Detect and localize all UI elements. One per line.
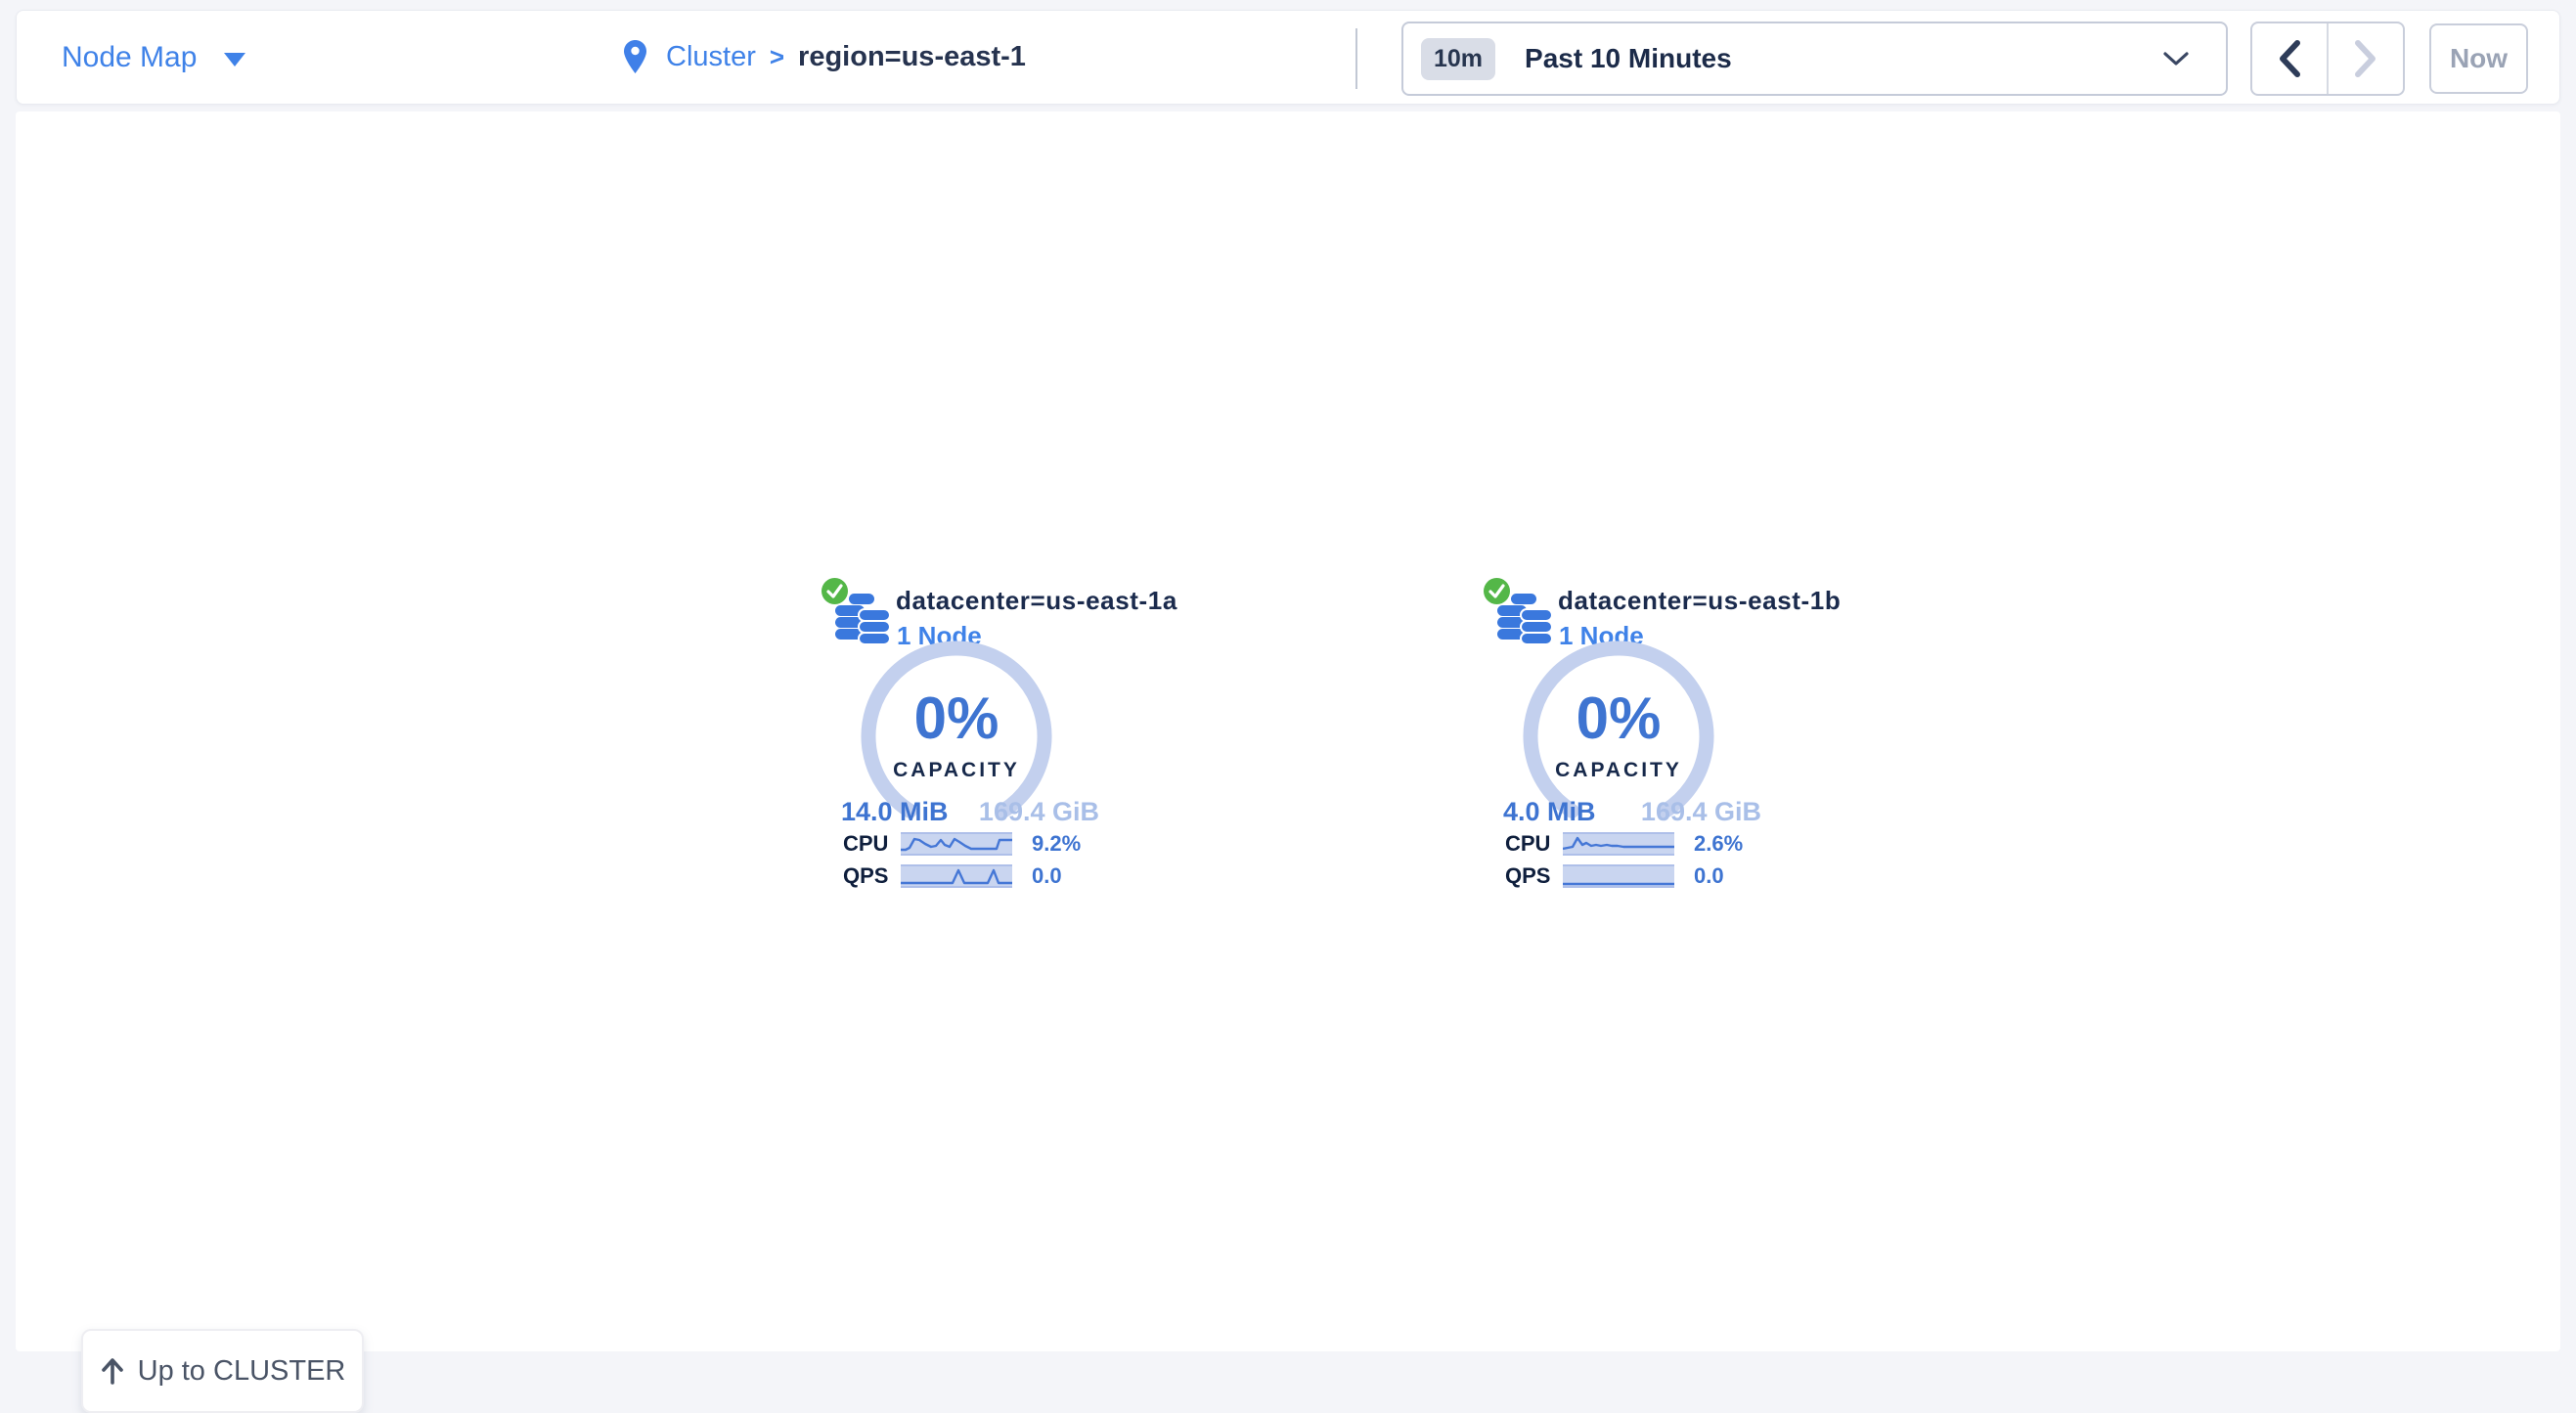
capacity-total: 169.4 GiB — [1641, 797, 1761, 827]
time-nav-arrows — [2250, 22, 2405, 96]
datacenter-card-us-east-1b[interactable]: datacenter=us-east-1b 1 Node 0% CAPACITY… — [1484, 578, 1779, 903]
datacenter-name: datacenter=us-east-1a — [896, 586, 1177, 616]
cpu-label: CPU — [1505, 831, 1550, 857]
qps-metric-row: QPS 0.0 — [843, 863, 1062, 889]
breadcrumb-separator: > — [770, 42, 784, 72]
view-selector-dropdown[interactable]: Node Map — [62, 11, 245, 104]
cpu-label: CPU — [843, 831, 888, 857]
capacity-percent: 0% — [860, 684, 1053, 752]
node-map-canvas: datacenter=us-east-1a 1 Node 0% CAPACITY… — [16, 111, 2560, 1351]
cpu-metric-row: CPU 9.2% — [843, 831, 1081, 857]
qps-label: QPS — [843, 863, 888, 889]
datacenter-name: datacenter=us-east-1b — [1558, 586, 1841, 616]
qps-sparkline — [901, 864, 1012, 888]
cpu-sparkline — [1563, 832, 1674, 856]
qps-value: 0.0 — [1694, 863, 1724, 889]
capacity-percent: 0% — [1522, 684, 1715, 752]
capacity-values: 14.0 MiB 169.4 GiB — [841, 797, 1099, 827]
header-divider — [1355, 28, 1357, 89]
qps-value: 0.0 — [1032, 863, 1062, 889]
time-next-button[interactable] — [2329, 23, 2403, 94]
cpu-value: 2.6% — [1694, 831, 1743, 857]
header-bar: Node Map Cluster > region=us-east-1 10m … — [16, 10, 2560, 105]
time-range-label: Past 10 Minutes — [1525, 43, 1732, 74]
time-prev-button[interactable] — [2252, 23, 2329, 94]
location-pin-icon — [624, 40, 646, 74]
up-to-cluster-button[interactable]: Up to CLUSTER — [81, 1329, 364, 1413]
time-range-dropdown[interactable]: 10m Past 10 Minutes — [1401, 22, 2228, 96]
qps-label: QPS — [1505, 863, 1550, 889]
time-range-badge: 10m — [1421, 38, 1495, 80]
chevron-down-icon — [2161, 49, 2191, 73]
cpu-value: 9.2% — [1032, 831, 1081, 857]
up-to-cluster-label: Up to CLUSTER — [138, 1355, 346, 1388]
now-button[interactable]: Now — [2429, 23, 2528, 94]
caret-down-icon — [224, 53, 245, 66]
datacenter-card-us-east-1a[interactable]: datacenter=us-east-1a 1 Node 0% CAPACITY… — [822, 578, 1117, 903]
qps-metric-row: QPS 0.0 — [1505, 863, 1724, 889]
breadcrumb: Cluster > region=us-east-1 — [624, 11, 1026, 104]
cpu-metric-row: CPU 2.6% — [1505, 831, 1743, 857]
capacity-used: 14.0 MiB — [841, 797, 949, 827]
capacity-values: 4.0 MiB 169.4 GiB — [1503, 797, 1761, 827]
breadcrumb-current: region=us-east-1 — [798, 41, 1026, 73]
breadcrumb-cluster-link[interactable]: Cluster — [666, 41, 756, 73]
capacity-label: CAPACITY — [1522, 759, 1715, 782]
capacity-label: CAPACITY — [860, 759, 1053, 782]
capacity-used: 4.0 MiB — [1503, 797, 1596, 827]
arrow-up-icon — [100, 1357, 125, 1385]
qps-sparkline — [1563, 864, 1674, 888]
capacity-total: 169.4 GiB — [979, 797, 1099, 827]
view-selector-label: Node Map — [62, 41, 197, 74]
cpu-sparkline — [901, 832, 1012, 856]
